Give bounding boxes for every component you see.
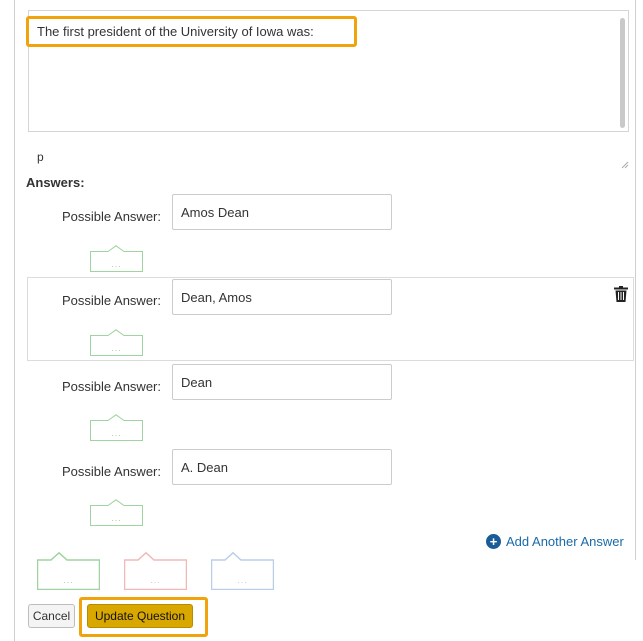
answer-input-2[interactable] (172, 279, 392, 315)
answer-label-2: Possible Answer: (62, 293, 161, 308)
trash-icon[interactable] (614, 286, 628, 302)
resize-grip-icon[interactable] (620, 160, 629, 169)
answer-comment-box-1[interactable]: ... (90, 245, 143, 272)
answer-comment-box-3[interactable]: ... (90, 414, 143, 441)
comment-placeholder: ... (111, 428, 122, 438)
answer-comment-box-4[interactable]: ... (90, 499, 143, 526)
answer-label-4: Possible Answer: (62, 464, 161, 479)
answer-input-3[interactable] (172, 364, 392, 400)
answers-heading: Answers: (26, 175, 85, 190)
question-highlight-callout (26, 16, 357, 47)
feedback-placeholder: ... (237, 575, 248, 585)
comment-placeholder: ... (111, 343, 122, 353)
update-button-highlight-callout (79, 597, 208, 637)
cancel-button[interactable]: Cancel (28, 604, 75, 628)
feedback-placeholder: ... (150, 575, 161, 585)
answer-input-1[interactable] (172, 194, 392, 230)
editor-scrollbar[interactable] (620, 18, 625, 128)
add-another-answer-link[interactable]: + Add Another Answer (486, 534, 624, 549)
comment-placeholder: ... (111, 259, 122, 269)
comment-placeholder: ... (111, 513, 122, 523)
answer-label-3: Possible Answer: (62, 379, 161, 394)
plus-circle-icon: + (486, 534, 501, 549)
answer-input-4[interactable] (172, 449, 392, 485)
add-another-answer-label: Add Another Answer (506, 534, 624, 549)
feedback-placeholder: ... (63, 575, 74, 585)
answer-label-1: Possible Answer: (62, 209, 161, 224)
feedback-neutral-box[interactable]: ... (211, 552, 274, 590)
feedback-incorrect-box[interactable]: ... (124, 552, 187, 590)
frame-border-left (14, 0, 15, 641)
editor-path-label: p (37, 150, 44, 164)
answer-comment-box-2[interactable]: ... (90, 329, 143, 356)
frame-border-right (635, 0, 636, 560)
feedback-correct-box[interactable]: ... (37, 552, 100, 590)
